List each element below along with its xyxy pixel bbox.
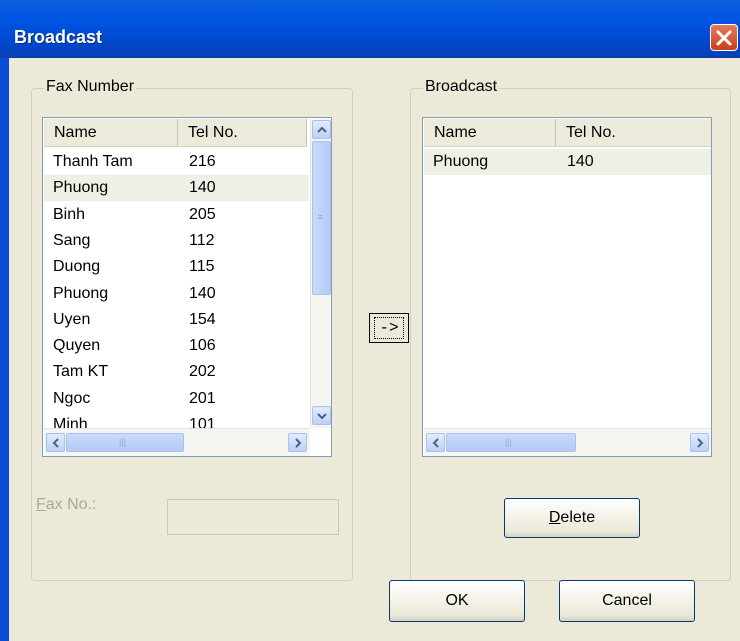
- scroll-thumb-horizontal[interactable]: |||: [66, 433, 184, 452]
- row-tel: 106: [189, 337, 216, 355]
- chevron-left-icon: [52, 438, 59, 448]
- column-header-name[interactable]: Name: [424, 119, 556, 146]
- table-row[interactable]: Phuong 140: [44, 175, 309, 202]
- row-tel: 202: [189, 363, 216, 381]
- cancel-button[interactable]: Cancel: [559, 580, 695, 622]
- ok-button[interactable]: OK: [389, 580, 525, 622]
- column-header-tel[interactable]: Tel No.: [178, 119, 307, 146]
- table-row[interactable]: Phuong 140: [424, 149, 711, 175]
- table-row[interactable]: Binh 205: [44, 202, 309, 228]
- broadcast-list-header: Name Tel No.: [424, 119, 711, 147]
- scroll-up-button[interactable]: [312, 120, 331, 139]
- close-icon: [716, 30, 732, 46]
- row-tel: 140: [189, 179, 216, 197]
- chevron-right-icon: [295, 438, 302, 448]
- chevron-down-icon: [317, 413, 327, 420]
- row-name: Duong: [53, 258, 101, 276]
- scroll-left-button[interactable]: [426, 433, 445, 452]
- row-tel: 154: [189, 310, 216, 328]
- table-row[interactable]: Quyen 106: [44, 333, 309, 359]
- row-tel: 115: [189, 258, 215, 276]
- scroll-thumb-horizontal[interactable]: |||: [446, 433, 576, 452]
- row-name: Ngoc: [53, 389, 91, 407]
- horizontal-scrollbar[interactable]: |||: [44, 428, 310, 456]
- row-name: Quyen: [53, 337, 101, 355]
- close-button[interactable]: [710, 24, 738, 51]
- add-to-broadcast-button[interactable]: ->: [369, 313, 409, 343]
- fax-no-label: Fax No.:: [36, 496, 97, 513]
- scroll-down-button[interactable]: [312, 406, 331, 425]
- row-name: Phuong: [433, 153, 489, 170]
- row-name: Phuong: [53, 284, 109, 302]
- scroll-thumb[interactable]: ≡: [312, 141, 331, 295]
- horizontal-scrollbar[interactable]: |||: [424, 428, 711, 456]
- table-row[interactable]: Sang 112: [44, 228, 309, 254]
- row-name: Thanh Tam: [53, 153, 133, 170]
- fax-list-header: Name Tel No.: [44, 119, 307, 147]
- row-name: Phuong: [53, 179, 109, 197]
- chevron-right-icon: [697, 438, 704, 448]
- broadcast-legend: Broadcast: [423, 78, 500, 96]
- row-tel: 112: [189, 231, 215, 249]
- window-title: Broadcast: [14, 27, 103, 47]
- vertical-scrollbar[interactable]: ≡: [310, 119, 331, 428]
- row-name: Uyen: [53, 310, 91, 328]
- table-row[interactable]: Ngoc 201: [44, 386, 309, 412]
- row-tel: 205: [189, 205, 216, 223]
- scroll-right-button[interactable]: [690, 433, 709, 452]
- row-name: Binh: [53, 205, 86, 223]
- chevron-up-icon: [317, 126, 327, 133]
- window-border: [0, 58, 9, 641]
- table-row[interactable]: Phuong 140: [44, 281, 309, 307]
- table-row[interactable]: Tam KT 202: [44, 359, 309, 385]
- delete-button[interactable]: Delete: [504, 498, 640, 538]
- table-row[interactable]: Thanh Tam 216: [44, 149, 309, 175]
- fax-number-legend: Fax Number: [44, 78, 137, 96]
- scroll-right-button[interactable]: [288, 433, 307, 452]
- row-tel: 216: [189, 153, 216, 170]
- dialog-body: Fax Number Name Tel No. Thanh Tam 216 Phuo…: [9, 58, 740, 641]
- scroll-left-button[interactable]: [46, 433, 65, 452]
- column-header-name[interactable]: Name: [44, 119, 178, 146]
- chevron-left-icon: [432, 438, 439, 448]
- column-header-tel[interactable]: Tel No.: [556, 119, 711, 146]
- row-name: Sang: [53, 231, 91, 249]
- fax-number-list[interactable]: Name Tel No. Thanh Tam 216 Phuong 140 Binh 20…: [42, 117, 332, 457]
- row-tel: 140: [567, 153, 594, 170]
- broadcast-list[interactable]: Name Tel No. Phuong 140 |||: [422, 117, 712, 457]
- table-row[interactable]: Duong 115: [44, 254, 309, 280]
- title-bar[interactable]: Broadcast: [0, 0, 740, 58]
- table-row[interactable]: Uyen 154: [44, 307, 309, 333]
- row-tel: 140: [189, 284, 216, 302]
- row-name: Tam KT: [53, 363, 109, 381]
- fax-no-field[interactable]: [167, 499, 339, 535]
- row-tel: 201: [189, 389, 216, 407]
